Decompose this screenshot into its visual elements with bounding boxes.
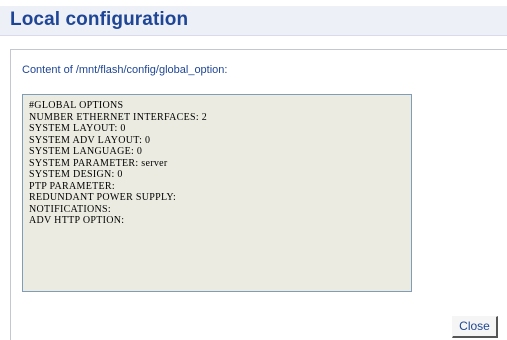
file-line-system-design: SYSTEM DESIGN: 0 [29,169,123,180]
file-line-ptp-parameter: PTP PARAMETER: [29,180,115,192]
file-line-ethernet-interfaces: NUMBER ETHERNET INTERFACES: 2 [29,111,208,123]
file-line-notifications: NOTIFICATIONS: [29,203,111,215]
page-header: Local configuration [0,6,507,36]
file-line-system-language: SYSTEM LANGUAGE: 0 [29,146,143,157]
file-path-label: Content of /mnt/flash/config/global_opti… [22,64,228,76]
file-line-redundant-power-supply: REDUNDANT POWER SUPPLY: [29,192,177,203]
file-line-system-layout: SYSTEM LAYOUT: 0 [29,123,126,134]
file-content-box: #GLOBAL OPTIONS NUMBER ETHERNET INTERFAC… [22,94,412,292]
file-line-adv-http-option: ADV HTTP OPTION: [29,215,125,226]
file-line-system-parameter: SYSTEM PARAMETER: server [29,157,168,169]
file-line-system-adv-layout: SYSTEM ADV LAYOUT: 0 [29,134,151,146]
content-panel: Content of /mnt/flash/config/global_opti… [10,49,507,340]
file-line-global-options: #GLOBAL OPTIONS [29,100,124,111]
close-button[interactable]: Close [452,316,498,338]
page-title: Local configuration [10,9,189,30]
